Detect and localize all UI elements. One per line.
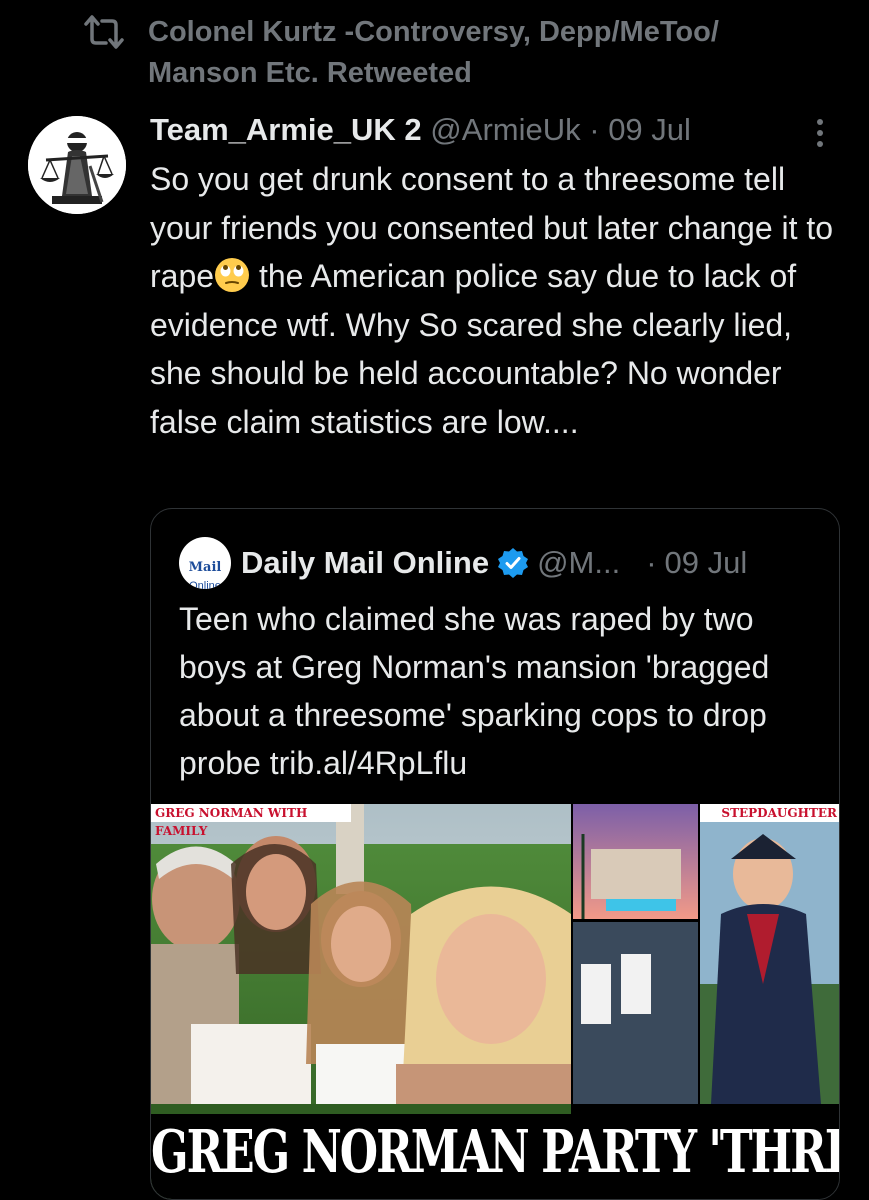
more-vertical-icon[interactable] xyxy=(808,116,832,152)
tweet-text: So you get drunk consent to a threesome … xyxy=(150,155,850,446)
author-name[interactable]: Team_Armie_UK 2 xyxy=(150,112,422,147)
header-separator: · xyxy=(589,112,600,147)
quote-author-name[interactable]: Daily Mail Online xyxy=(241,541,489,585)
retweet-icon xyxy=(84,15,124,49)
face-with-rolling-eyes xyxy=(215,258,250,292)
quote-date[interactable]: 09 Jul xyxy=(665,541,748,585)
avatar[interactable] xyxy=(28,116,126,214)
author-handle[interactable]: @ArmieUk xyxy=(430,112,580,147)
image-headline: GREG NORMAN PARTY 'THREESOME' xyxy=(151,1118,839,1187)
quote-handle[interactable]: @M... xyxy=(537,541,620,585)
right-photo-caption: STEPDAUGHTER xyxy=(721,806,837,820)
verified-badge-icon xyxy=(498,548,529,578)
lady-justice-avatar xyxy=(28,116,126,214)
logo-bottom-text: Online xyxy=(189,580,221,589)
quoted-tweet[interactable]: Mail Online Daily Mail Online @M... · 09… xyxy=(150,508,840,1200)
quote-text: Teen who claimed she was raped by two bo… xyxy=(179,601,770,781)
tweet-date[interactable]: 09 Jul xyxy=(608,112,691,147)
left-photo-caption: GREG NORMAN WITH FAMILY xyxy=(155,806,308,838)
quote-header: Mail Online Daily Mail Online @M... · 09… xyxy=(179,537,747,589)
retweet-context: Colonel Kurtz -Controversy, Depp/MeToo/ … xyxy=(82,12,808,94)
tweet-header: Team_Armie_UK 2 @ArmieUk · 09 Jul xyxy=(150,108,691,152)
quote-media-image[interactable]: GREG NORMAN WITH FAMILY STEPDAUGHTER GRE… xyxy=(151,804,839,1199)
quote-separator: · xyxy=(646,545,657,580)
daily-mail-logo[interactable]: Mail Online xyxy=(179,537,231,589)
retweet-label[interactable]: Colonel Kurtz -Controversy, Depp/MeToo/ … xyxy=(148,12,808,94)
